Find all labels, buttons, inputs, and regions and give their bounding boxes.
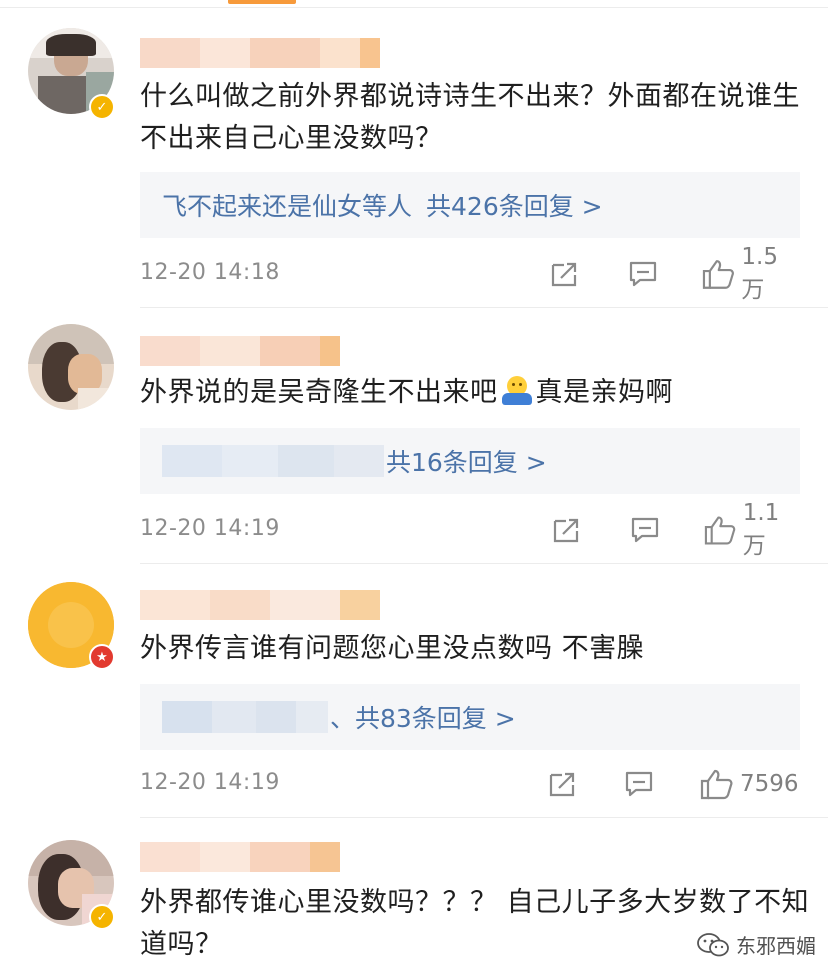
comment-meta: 12-20 14:19 7596 xyxy=(140,764,800,804)
like-button[interactable]: 1.1万 xyxy=(704,500,800,559)
like-button[interactable]: 1.5万 xyxy=(702,244,800,303)
reply-username-blurred[interactable] xyxy=(162,697,328,737)
nickname-blurred[interactable] xyxy=(140,38,380,68)
comment-item: ✓ 什么叫做之前外界都说诗诗生不出来？外面都在说谁生不出来自己心里没数吗？ 飞不… xyxy=(0,8,828,308)
nickname-blurred[interactable] xyxy=(140,842,340,872)
reply-summary[interactable]: 飞不起来还是仙女等人 共426条回复 > xyxy=(140,172,800,238)
thumbs-up-icon xyxy=(704,516,736,545)
star-badge-icon: ★ xyxy=(89,644,115,670)
like-count: 1.1万 xyxy=(742,500,780,559)
timestamp: 12-20 14:19 xyxy=(140,770,280,795)
verified-badge-icon: ✓ xyxy=(89,904,115,930)
like-count: 1.5万 xyxy=(741,244,778,303)
like-count: 7596 xyxy=(740,771,799,797)
thumbs-up-icon xyxy=(700,769,733,800)
reply-summary[interactable]: 、共83条回复 > xyxy=(140,684,800,750)
comment-button[interactable] xyxy=(628,254,658,294)
watermark: 东邪西媚 xyxy=(696,930,816,959)
reply-count-link[interactable]: 共16条回复 > xyxy=(386,443,547,479)
comment-text: 外界说的是吴奇隆生不出来吧 真是亲妈啊 xyxy=(140,372,815,414)
timestamp: 12-20 14:19 xyxy=(140,516,280,541)
share-button[interactable] xyxy=(548,764,578,804)
comment-item: ★ 外界传言谁有问题您心里没点数吗 不害臊 、共83条回复 > 12-20 14… xyxy=(0,564,828,818)
avatar[interactable] xyxy=(28,324,114,410)
reply-count-link[interactable]: 、共83条回复 > xyxy=(330,699,516,735)
comment-icon xyxy=(629,261,657,287)
like-button[interactable]: 7596 xyxy=(700,764,799,804)
share-icon xyxy=(551,262,577,287)
wechat-icon xyxy=(697,932,729,956)
share-icon xyxy=(553,518,579,543)
comment-button[interactable] xyxy=(630,510,660,550)
nickname-blurred[interactable] xyxy=(140,336,340,366)
comment-text-part: 真是亲妈啊 xyxy=(535,377,673,408)
verified-badge-icon: ✓ xyxy=(89,94,115,120)
comment-meta: 12-20 14:19 1.1万 xyxy=(140,500,800,559)
comment-text-part: 外界说的是吴奇隆生不出来吧 xyxy=(140,377,498,408)
comment-text: 什么叫做之前外界都说诗诗生不出来？外面都在说谁生不出来自己心里没数吗？ xyxy=(140,81,800,154)
comment-button[interactable] xyxy=(624,764,654,804)
share-icon xyxy=(549,772,575,797)
comment-item: 外界说的是吴奇隆生不出来吧 真是亲妈啊 共16条回复 > 12-20 14:19 … xyxy=(0,308,828,564)
comment-text: 外界传言谁有问题您心里没点数吗 不害臊 xyxy=(140,633,645,664)
reply-count-link[interactable]: 共426条回复 > xyxy=(426,187,603,223)
watermark-text: 东邪西媚 xyxy=(736,934,816,958)
timestamp: 12-20 14:18 xyxy=(140,260,280,285)
active-tab-indicator xyxy=(228,0,296,4)
reply-summary[interactable]: 共16条回复 > xyxy=(140,428,800,494)
shrug-emoji-icon xyxy=(501,376,532,406)
comment-icon xyxy=(625,771,653,797)
share-button[interactable] xyxy=(550,254,580,294)
reply-username-blurred[interactable] xyxy=(162,441,384,481)
comment-meta: 12-20 14:18 1.5万 xyxy=(140,244,800,303)
top-tab-strip xyxy=(0,0,828,8)
thumbs-up-icon xyxy=(702,260,734,289)
comment-icon xyxy=(631,517,659,543)
nickname-blurred[interactable] xyxy=(140,590,380,620)
share-button[interactable] xyxy=(552,510,582,550)
reply-username[interactable]: 飞不起来还是仙女等人 xyxy=(162,187,412,223)
